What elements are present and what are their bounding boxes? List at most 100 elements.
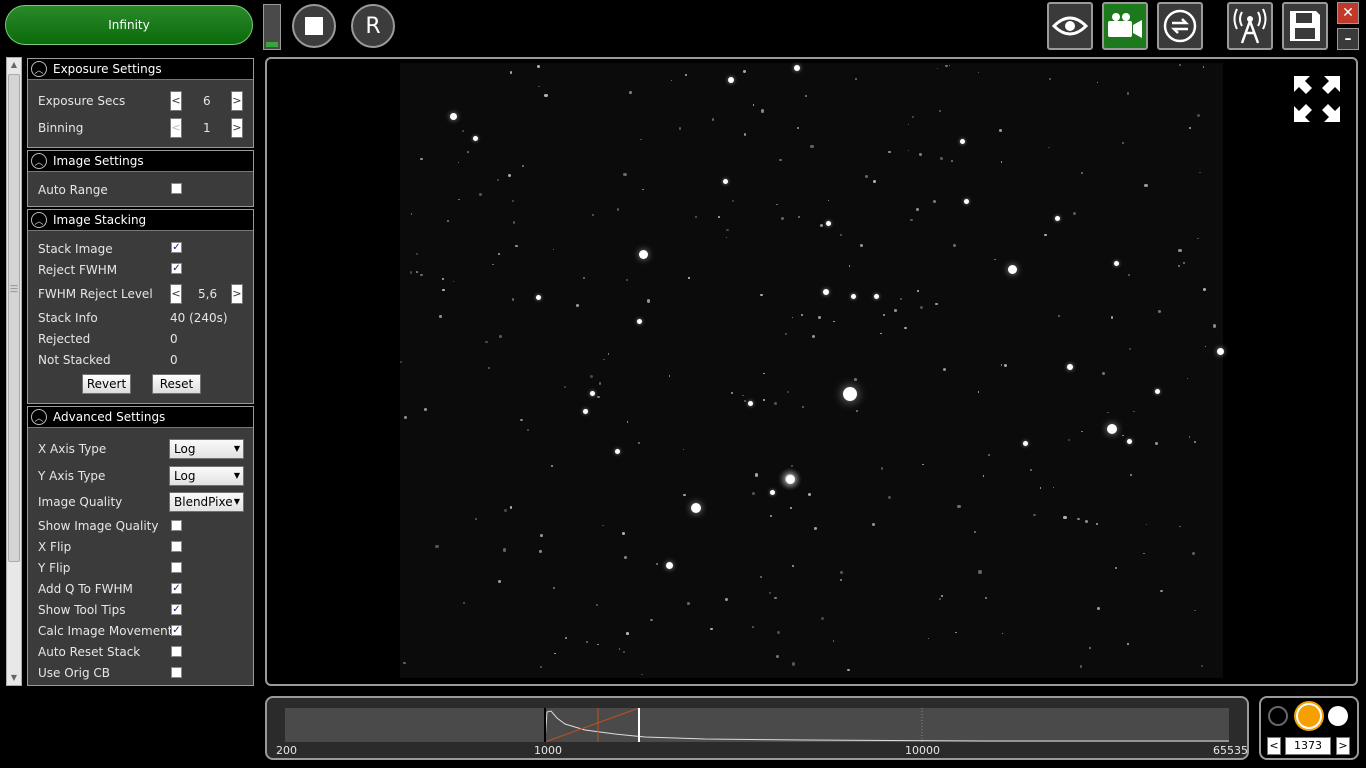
- calc-movement-checkbox[interactable]: ✓: [171, 625, 182, 636]
- settings-scrollbar[interactable]: ▲ — — — ▼: [6, 57, 22, 686]
- fullscreen-button[interactable]: [1292, 74, 1342, 128]
- dropdown-arrow-icon: ▼: [233, 471, 240, 480]
- y-axis-type-select[interactable]: Log ▼: [169, 466, 244, 486]
- image-settings-header[interactable]: ︿ Image Settings: [28, 151, 253, 172]
- fullscreen-icon: [1294, 76, 1340, 122]
- binning-value[interactable]: 1: [203, 121, 211, 135]
- histogram-tick-label: 200: [276, 744, 297, 757]
- advanced-settings-header[interactable]: ︿ Advanced Settings: [28, 407, 253, 428]
- faint-star: [1096, 82, 1098, 84]
- point-next-button[interactable]: >: [1336, 737, 1350, 755]
- faint-star: [540, 534, 543, 538]
- fwhm-reject-increment[interactable]: >: [231, 284, 243, 304]
- stop-button[interactable]: [292, 4, 336, 48]
- histogram-plot[interactable]: [285, 707, 1229, 743]
- add-q-checkbox[interactable]: ✓: [171, 583, 182, 594]
- star: [728, 77, 734, 83]
- star-field-image[interactable]: [400, 63, 1224, 678]
- star: [535, 294, 541, 300]
- black-point-selector[interactable]: [1268, 706, 1288, 726]
- faint-star: [864, 175, 868, 179]
- image-quality-select[interactable]: BlendPixe ▼: [169, 492, 244, 512]
- faint-star: [452, 280, 455, 283]
- stack-image-checkbox[interactable]: ✓: [171, 242, 182, 253]
- faint-star: [940, 157, 943, 160]
- collapse-icon[interactable]: ︿: [31, 409, 47, 425]
- reset-r-button[interactable]: R: [351, 4, 395, 48]
- faint-star: [629, 91, 633, 95]
- faint-star: [848, 265, 851, 267]
- scroll-down-icon[interactable]: ▼: [7, 671, 21, 685]
- x-axis-type-value: Log: [174, 442, 196, 456]
- fwhm-reject-decrement[interactable]: <: [170, 284, 182, 304]
- camera-button[interactable]: [1102, 2, 1148, 50]
- binning-increment[interactable]: >: [231, 118, 243, 138]
- faint-star: [603, 358, 605, 360]
- exposure-secs-decrement[interactable]: <: [170, 91, 182, 111]
- faint-star: [509, 506, 513, 509]
- faint-star: [1144, 183, 1148, 187]
- faint-star: [1202, 287, 1206, 291]
- faint-star: [775, 654, 780, 658]
- point-value-field[interactable]: 1373: [1285, 737, 1331, 755]
- faint-star: [607, 353, 610, 355]
- faint-star: [1044, 233, 1048, 237]
- faint-star: [1202, 66, 1205, 68]
- auto-reset-checkbox[interactable]: [171, 646, 182, 657]
- exposure-secs-increment[interactable]: >: [231, 91, 243, 111]
- collapse-icon[interactable]: ︿: [31, 212, 47, 228]
- x-axis-type-select[interactable]: Log ▼: [169, 439, 244, 459]
- faint-star: [1049, 78, 1052, 81]
- faint-star: [492, 263, 494, 266]
- collapse-icon[interactable]: ︿: [31, 61, 47, 77]
- view-button[interactable]: [1047, 2, 1093, 50]
- scroll-up-icon[interactable]: ▲: [7, 58, 21, 72]
- connect-button[interactable]: [1227, 2, 1273, 50]
- faint-star: [1126, 91, 1130, 95]
- faint-star: [621, 532, 625, 536]
- reject-fwhm-checkbox[interactable]: ✓: [171, 263, 182, 274]
- faint-star: [511, 200, 514, 203]
- close-button[interactable]: ✕: [1337, 2, 1359, 24]
- exposure-secs-value[interactable]: 6: [203, 94, 211, 108]
- exposure-progress-bar: [263, 4, 281, 50]
- faint-star: [616, 207, 620, 211]
- faint-star: [932, 199, 937, 204]
- infinity-button[interactable]: Infinity: [5, 5, 253, 45]
- binning-decrement[interactable]: <: [170, 118, 182, 138]
- reset-button[interactable]: Reset: [152, 374, 201, 394]
- mid-point-selector[interactable]: [1296, 703, 1322, 729]
- faint-star: [602, 524, 604, 527]
- minimize-button[interactable]: –: [1337, 28, 1359, 50]
- faint-star: [802, 406, 804, 408]
- save-button[interactable]: [1282, 2, 1328, 50]
- show-image-quality-checkbox[interactable]: [171, 520, 182, 531]
- x-flip-checkbox[interactable]: [171, 541, 182, 552]
- revert-button[interactable]: Revert: [82, 374, 131, 394]
- faint-star: [854, 77, 857, 80]
- white-point-selector[interactable]: [1328, 706, 1348, 726]
- faint-star: [797, 216, 800, 219]
- histogram-line: [544, 710, 1229, 743]
- show-tool-tips-checkbox[interactable]: ✓: [171, 604, 182, 615]
- faint-star: [973, 531, 976, 534]
- faint-star: [907, 150, 910, 152]
- use-orig-cb-checkbox[interactable]: [171, 667, 182, 678]
- faint-star: [916, 208, 920, 211]
- auto-range-checkbox[interactable]: [171, 183, 182, 194]
- y-flip-checkbox[interactable]: [171, 562, 182, 573]
- faint-star: [916, 289, 919, 292]
- faint-star: [1193, 440, 1196, 444]
- faint-star: [922, 463, 924, 466]
- faint-star: [589, 374, 593, 379]
- faint-star: [1058, 315, 1060, 317]
- image-stacking-header[interactable]: ︿ Image Stacking: [28, 210, 253, 231]
- collapse-icon[interactable]: ︿: [31, 153, 47, 169]
- point-prev-button[interactable]: <: [1267, 737, 1281, 755]
- fwhm-reject-level-value[interactable]: 5,6: [198, 287, 217, 301]
- faint-star: [1183, 261, 1186, 265]
- faint-star: [599, 382, 602, 385]
- exposure-settings-header[interactable]: ︿ Exposure Settings: [28, 59, 253, 80]
- loop-button[interactable]: [1157, 2, 1203, 50]
- scroll-thumb[interactable]: [8, 74, 20, 562]
